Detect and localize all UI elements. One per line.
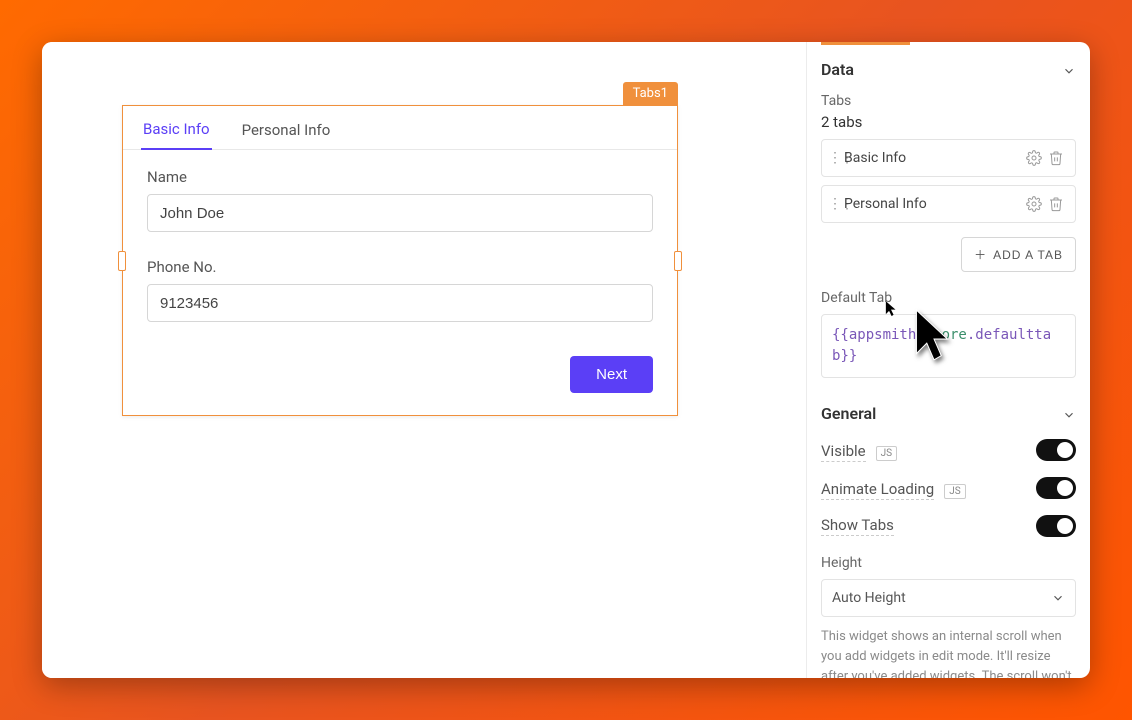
drag-handle-icon[interactable]: ⋮⋮ bbox=[828, 196, 838, 212]
trash-icon[interactable] bbox=[1045, 193, 1067, 215]
drag-handle-icon[interactable]: ⋮⋮ bbox=[828, 150, 838, 166]
animate-row: Animate Loading JS bbox=[821, 477, 1076, 499]
tab-row-item-1[interactable]: ⋮⋮ Personal Info bbox=[821, 185, 1076, 223]
tab-row-item-0[interactable]: ⋮⋮ Basic Info bbox=[821, 139, 1076, 177]
chevron-down-icon bbox=[1062, 63, 1076, 77]
section-data[interactable]: Data bbox=[821, 60, 1076, 79]
show-tabs-row: Show Tabs bbox=[821, 515, 1076, 537]
tab-row-label-1: Personal Info bbox=[844, 196, 1023, 212]
resize-handle-left[interactable] bbox=[118, 251, 126, 271]
name-label: Name bbox=[147, 168, 653, 186]
phone-label: Phone No. bbox=[147, 258, 653, 276]
visible-label: Visible bbox=[821, 442, 866, 462]
section-general-label: General bbox=[821, 404, 876, 423]
gear-icon[interactable] bbox=[1023, 147, 1045, 169]
gear-icon[interactable] bbox=[1023, 193, 1045, 215]
height-help-text: This widget shows an internal scroll whe… bbox=[821, 627, 1076, 678]
resize-handle-right[interactable] bbox=[674, 251, 682, 271]
plus-icon: ＋ bbox=[974, 246, 987, 263]
add-tab-button[interactable]: ＋ ADD A TAB bbox=[961, 237, 1076, 272]
tabs-label: Tabs bbox=[821, 93, 1076, 109]
add-tab-label: ADD A TAB bbox=[993, 248, 1063, 262]
height-label: Height bbox=[821, 555, 1076, 571]
tab-basic-info[interactable]: Basic Info bbox=[141, 110, 212, 150]
chevron-down-icon bbox=[1051, 591, 1065, 605]
name-input[interactable] bbox=[147, 194, 653, 232]
panel-accent bbox=[821, 42, 910, 45]
trash-icon[interactable] bbox=[1045, 147, 1067, 169]
show-tabs-toggle[interactable] bbox=[1036, 515, 1076, 537]
visible-row: Visible JS bbox=[821, 439, 1076, 461]
height-value: Auto Height bbox=[832, 590, 906, 606]
section-data-label: Data bbox=[821, 60, 854, 79]
visible-toggle[interactable] bbox=[1036, 439, 1076, 461]
tabs-count-text: 2 tabs bbox=[821, 113, 1076, 131]
form-area: Name Phone No. Next bbox=[123, 150, 677, 415]
canvas-area[interactable]: Tabs1 Basic Info Personal Info Name Phon… bbox=[42, 42, 806, 678]
tabs-widget[interactable]: Tabs1 Basic Info Personal Info Name Phon… bbox=[122, 105, 678, 416]
animate-label: Animate Loading bbox=[821, 480, 934, 500]
app-window: Tabs1 Basic Info Personal Info Name Phon… bbox=[42, 42, 1090, 678]
default-tab-code-input[interactable]: {{appsmith.store.defaulttab}} bbox=[821, 314, 1076, 378]
tab-row-label-0: Basic Info bbox=[844, 150, 1023, 166]
show-tabs-label: Show Tabs bbox=[821, 516, 894, 536]
next-button[interactable]: Next bbox=[570, 356, 653, 393]
js-badge[interactable]: JS bbox=[876, 446, 897, 461]
section-general[interactable]: General bbox=[821, 404, 1076, 423]
chevron-down-icon bbox=[1062, 407, 1076, 421]
js-badge[interactable]: JS bbox=[944, 484, 965, 499]
properties-panel[interactable]: Data Tabs 2 tabs ⋮⋮ Basic Info ⋮⋮ Person… bbox=[806, 42, 1090, 678]
widget-name-tag[interactable]: Tabs1 bbox=[623, 82, 678, 106]
default-tab-label: Default Tab bbox=[821, 290, 1076, 306]
animate-toggle[interactable] bbox=[1036, 477, 1076, 499]
height-select[interactable]: Auto Height bbox=[821, 579, 1076, 617]
phone-input[interactable] bbox=[147, 284, 653, 322]
tab-row: Basic Info Personal Info bbox=[123, 106, 677, 150]
tab-personal-info[interactable]: Personal Info bbox=[240, 111, 333, 149]
